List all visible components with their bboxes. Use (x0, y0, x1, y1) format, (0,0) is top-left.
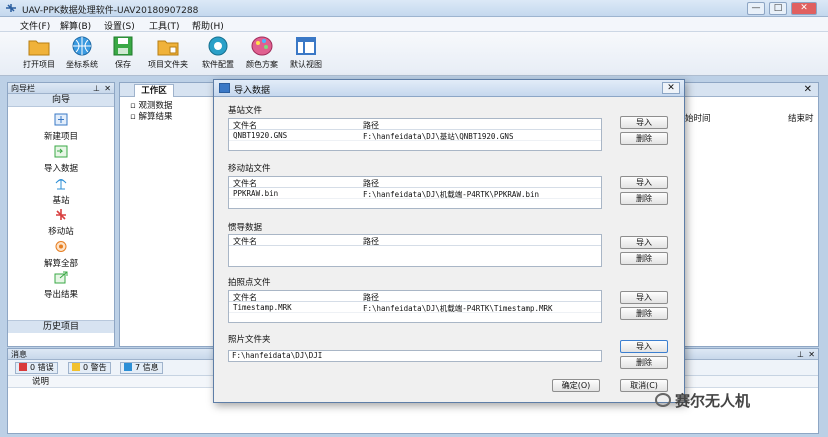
nav-export-results[interactable]: 导出结果 (8, 271, 114, 300)
tree-item-solve-results[interactable]: ▫ 解算结果 (130, 112, 172, 123)
watermark: 赛尔无人机 (675, 392, 751, 410)
warnings-filter[interactable]: 0 警告 (68, 362, 111, 374)
menu-tools[interactable]: 工具(T) (149, 19, 180, 32)
base-import-button[interactable]: 导入 (620, 116, 668, 129)
message-panel-title: 消息 (11, 350, 27, 359)
table-header: 文件名 路径 (229, 291, 601, 302)
close-window-button[interactable]: ✕ (791, 2, 817, 15)
photo-delete-button[interactable]: 删除 (620, 356, 668, 369)
save-icon (113, 36, 133, 56)
rover-icon (56, 209, 66, 220)
section-ins-title: 惯导数据 (228, 223, 263, 233)
import-data-icon (54, 145, 68, 158)
solve-all-icon (55, 241, 67, 252)
pin-icon[interactable]: ⊥ (93, 83, 100, 94)
app-logo-icon (6, 4, 16, 12)
table-header: 文件名 路径 (229, 235, 601, 246)
coordinate-system-button[interactable]: 坐标系统 (62, 35, 102, 73)
new-project-icon (54, 113, 68, 126)
base-file-table: 文件名 路径 QNBT1920.GNS F:\hanfeidata\DJ\基站\… (228, 118, 602, 151)
column-end-time[interactable]: 结束时 (788, 112, 814, 124)
mrk-import-button[interactable]: 导入 (620, 291, 668, 304)
dialog-title-bar: 导入数据 ✕ (214, 80, 684, 97)
rover-file-table: 文件名 路径 PPKRAW.bin F:\hanfeidata\DJ\机载端-P… (228, 176, 602, 209)
tree-item-observation[interactable]: ▫ 观测数据 (130, 101, 172, 112)
dialog-title: 导入数据 (234, 86, 271, 96)
folder-open-icon (28, 40, 50, 56)
ins-delete-button[interactable]: 删除 (620, 252, 668, 265)
close-icon[interactable]: ✕ (104, 83, 111, 94)
wizard-header[interactable]: 向导 (8, 94, 114, 107)
column-start-time[interactable]: 始时间 (685, 112, 711, 124)
info-filter[interactable]: 7 信息 (120, 362, 163, 374)
photo-folder-path[interactable]: F:\hanfeidata\DJ\DJI (228, 350, 602, 362)
section-mrk-title: 拍照点文件 (228, 278, 271, 288)
nav-new-project[interactable]: 新建项目 (8, 113, 114, 142)
menu-help[interactable]: 帮助(H) (192, 19, 224, 32)
wizard-panel-header: 向导栏 ⊥ ✕ (8, 83, 114, 94)
default-view-button[interactable]: 默认视图 (286, 35, 326, 73)
table-row[interactable]: QNBT1920.GNS F:\hanfeidata\DJ\基站\QNBT192… (229, 130, 601, 141)
wizard-panel: 向导栏 ⊥ ✕ 向导 新建项目 导入数据 基站 移动站 解算全部 导出结果 历史… (7, 82, 115, 347)
warning-icon (72, 363, 80, 371)
table-row[interactable]: Timestamp.MRK F:\hanfeidata\DJ\机载端-P4RTK… (229, 302, 601, 313)
rover-import-button[interactable]: 导入 (620, 176, 668, 189)
dialog-close-button[interactable]: ✕ (662, 82, 680, 94)
table-header: 文件名 路径 (229, 119, 601, 130)
photo-import-button[interactable]: 导入 (620, 340, 668, 353)
color-scheme-button[interactable]: 颜色方案 (242, 35, 282, 73)
section-photo-folder-title: 照片文件夹 (228, 335, 271, 345)
globe-icon (72, 36, 92, 56)
palette-icon (251, 36, 273, 56)
table-header: 文件名 路径 (229, 177, 601, 188)
config-icon (208, 36, 228, 56)
nav-rover[interactable]: 移动站 (8, 208, 114, 237)
mrk-file-table: 文件名 路径 Timestamp.MRK F:\hanfeidata\DJ\机载… (228, 290, 602, 323)
open-project-button[interactable]: 打开项目 (18, 35, 60, 73)
project-folder-icon (157, 40, 179, 56)
wizard-body: 新建项目 导入数据 基站 移动站 解算全部 导出结果 历史项目 (8, 107, 114, 333)
base-delete-button[interactable]: 删除 (620, 132, 668, 145)
project-tree: ▫ 观测数据 ▫ 解算结果 (130, 101, 172, 123)
ins-import-button[interactable]: 导入 (620, 236, 668, 249)
rover-delete-button[interactable]: 删除 (620, 192, 668, 205)
tab-workspace[interactable]: 工作区 (134, 84, 174, 97)
maximize-button[interactable]: □ (769, 2, 787, 15)
error-icon (19, 363, 27, 371)
table-row[interactable]: PPKRAW.bin F:\hanfeidata\DJ\机载端-P4RTK\PP… (229, 188, 601, 199)
nav-solve-all[interactable]: 解算全部 (8, 240, 114, 269)
wizard-panel-title: 向导栏 (11, 84, 35, 93)
minimize-button[interactable]: — (747, 2, 765, 15)
section-rover-title: 移动站文件 (228, 164, 271, 174)
wechat-icon (655, 393, 671, 407)
history-projects[interactable]: 历史项目 (8, 320, 114, 333)
info-icon (124, 363, 132, 371)
ok-button[interactable]: 确定(O) (552, 379, 600, 392)
nav-base-station[interactable]: 基站 (8, 177, 114, 206)
ins-file-table: 文件名 路径 (228, 234, 602, 267)
menu-bar: 文件(F) 解算(B) 设置(S) 工具(T) 帮助(H) (0, 17, 828, 32)
base-station-icon (55, 179, 67, 190)
dialog-icon (219, 83, 230, 93)
section-base-title: 基站文件 (228, 106, 263, 116)
menu-solve[interactable]: 解算(B) (60, 19, 91, 32)
title-bar: UAV-PPK数据处理软件-UAV20180907288 — □ ✕ (0, 0, 828, 17)
import-data-dialog: 导入数据 ✕ 基站文件 文件名 路径 QNBT1920.GNS F:\hanfe… (213, 79, 685, 403)
pin-icon[interactable]: ⊥ (797, 349, 804, 360)
cancel-button[interactable]: 取消(C) (620, 379, 668, 392)
menu-file[interactable]: 文件(F) (20, 19, 50, 32)
close-icon[interactable]: ✕ (808, 349, 815, 360)
project-folder-button[interactable]: 项目文件夹 (144, 35, 192, 73)
save-button[interactable]: 保存 (108, 35, 138, 73)
errors-filter[interactable]: 0 错误 (15, 362, 58, 374)
mrk-delete-button[interactable]: 删除 (620, 307, 668, 320)
export-icon (54, 271, 68, 284)
software-config-button[interactable]: 软件配置 (198, 35, 238, 73)
menu-settings[interactable]: 设置(S) (104, 19, 135, 32)
nav-import-data[interactable]: 导入数据 (8, 145, 114, 174)
tab-close-icon[interactable]: ✕ (804, 84, 812, 95)
default-view-icon (296, 37, 316, 55)
window-title: UAV-PPK数据处理软件-UAV20180907288 (22, 6, 199, 16)
toolbar: 打开项目 坐标系统 保存 项目文件夹 软件配置 颜色方案 默认视图 (0, 32, 828, 76)
